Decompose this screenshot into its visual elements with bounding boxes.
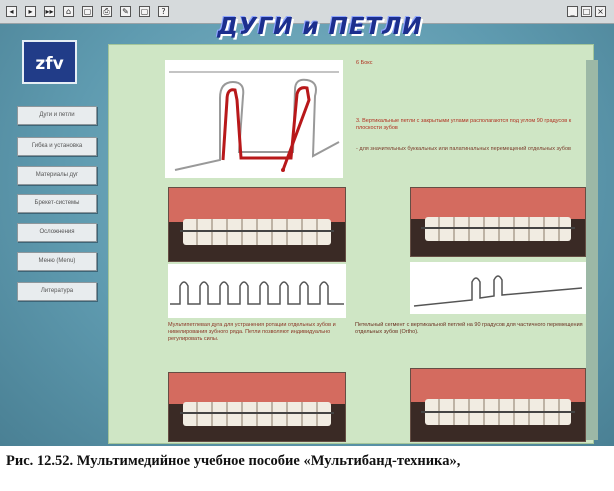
section-label: 6 Бокс <box>356 60 373 66</box>
scrollbar[interactable] <box>586 60 598 440</box>
loop-usage-note: - для значительных буккальных или палати… <box>356 146 571 152</box>
clinical-photo-left <box>168 187 346 262</box>
page-title: ДУГИ и ПЕТЛИ <box>217 14 423 40</box>
gum <box>411 188 585 220</box>
close-button[interactable]: × <box>595 6 606 17</box>
nav-item-menu[interactable]: Меню (Menu) <box>17 252 97 271</box>
gum <box>411 369 585 403</box>
multiloop-description: Мультипетлевая дуга для устранения ротац… <box>168 322 336 342</box>
loop-illustration <box>165 60 343 178</box>
skip-button[interactable]: ▸▸ <box>44 6 55 17</box>
nav-item-literature[interactable]: Литература <box>17 282 97 301</box>
nav-item-wires[interactable]: Дуги и петли <box>17 106 97 125</box>
edit-button[interactable]: ✎ <box>120 6 131 17</box>
app-logo: zfv <box>22 40 77 84</box>
multiloop-wire-diagram <box>168 264 346 318</box>
wire <box>179 412 335 415</box>
clinical-photo-right <box>410 187 586 257</box>
back-button[interactable]: ◂ <box>6 6 17 17</box>
nav-item-bending[interactable]: Гибка и установка <box>17 137 97 156</box>
wire <box>179 230 335 233</box>
clinical-photo-bottom-left <box>168 372 346 442</box>
window-controls: _ □ × <box>564 6 606 17</box>
home-button[interactable]: ⌂ <box>63 6 74 17</box>
window-button[interactable]: ▢ <box>82 6 93 17</box>
monitor-screen: ◂ ▸ ▸▸ ⌂ ▢ ⎙ ✎ ▢ ? _ □ × ДУГИ и ПЕТЛИ zf… <box>0 0 614 446</box>
frame-button[interactable]: ▢ <box>139 6 150 17</box>
help-button[interactable]: ? <box>158 6 169 17</box>
wire <box>421 410 575 413</box>
print-button[interactable]: ⎙ <box>101 6 112 17</box>
gum <box>169 188 345 222</box>
loop-description: 3. Вертикальные петли с закрытыми углами… <box>356 118 572 131</box>
vertical-loop-drawing <box>169 71 340 172</box>
forward-button[interactable]: ▸ <box>25 6 36 17</box>
nav-item-complications[interactable]: Осложнения <box>17 223 97 242</box>
single-loop-description: Петельный сегмент с вертикальной петлей … <box>355 322 583 335</box>
maximize-button[interactable]: □ <box>581 6 592 17</box>
minimize-button[interactable]: _ <box>567 6 578 17</box>
nav-item-materials[interactable]: Материалы дуг <box>17 166 97 185</box>
multiloop-drawing <box>170 281 344 305</box>
figure-caption: Рис. 12.52. Мультимедийное учебное пособ… <box>6 453 461 469</box>
wire <box>421 227 575 230</box>
gum <box>169 373 345 405</box>
single-loop-wire-diagram <box>410 262 586 314</box>
nav-item-brackets[interactable]: Брекет-системы <box>17 194 97 213</box>
clinical-photo-bottom-right <box>410 368 586 442</box>
single-loop-drawing <box>413 275 583 307</box>
